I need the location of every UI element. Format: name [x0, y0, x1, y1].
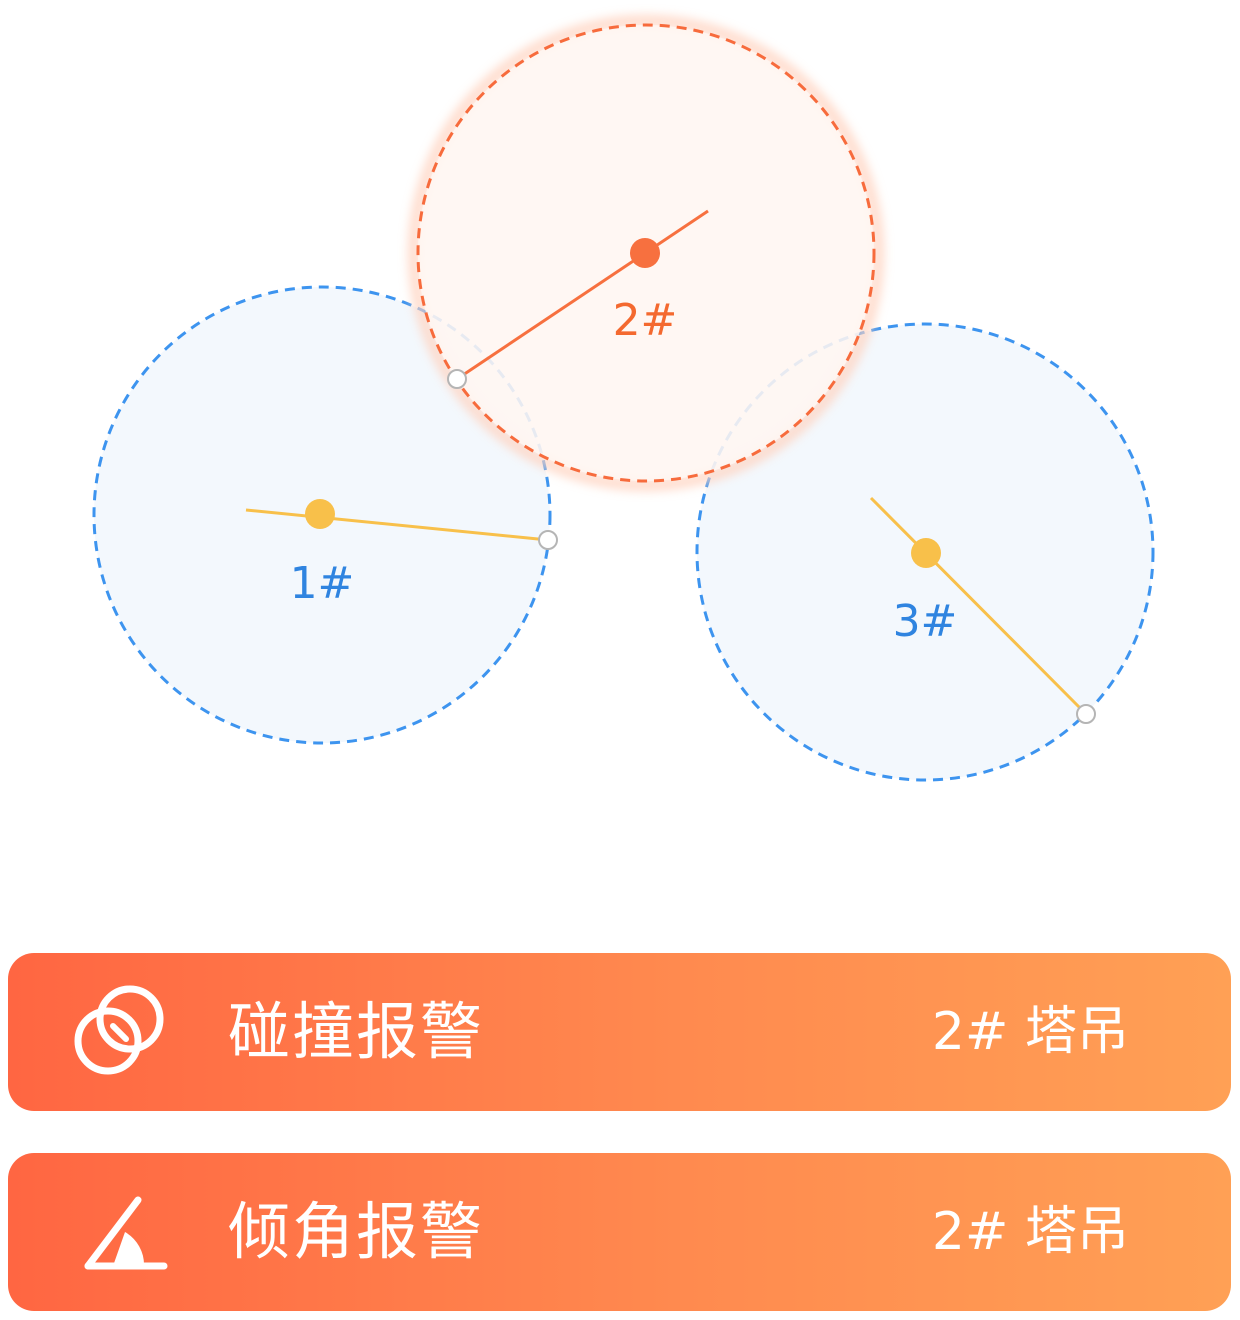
crane-3-label: 3# [893, 596, 958, 647]
collision-alarm-target: 2# 塔吊 [931, 1002, 1129, 1062]
collision-alarm-title: 碰撞报警 [228, 995, 485, 1068]
crane-2-pivot [630, 238, 660, 268]
crane-2-hook-handle[interactable] [447, 369, 467, 389]
crane-1-pivot [305, 499, 335, 529]
crane-3-pivot [911, 538, 941, 568]
crane-1-hook-handle[interactable] [538, 530, 558, 550]
tilt-alarm-banner[interactable]: 倾角报警 2# 塔吊 [8, 1153, 1231, 1311]
tower-crane-map: 1# 2# 3# [92, 15, 1155, 782]
tilt-alarm-target: 2# 塔吊 [931, 1202, 1129, 1262]
tilt-alarm-title: 倾角报警 [228, 1195, 485, 1268]
collision-rings-icon [74, 985, 164, 1075]
collision-alarm-banner[interactable]: 碰撞报警 2# 塔吊 [8, 953, 1231, 1111]
tilt-angle-icon [84, 1196, 168, 1270]
crane-3-hook-handle[interactable] [1076, 704, 1096, 724]
crane-2-label: 2# [613, 295, 678, 346]
crane-1-label: 1# [290, 558, 355, 609]
